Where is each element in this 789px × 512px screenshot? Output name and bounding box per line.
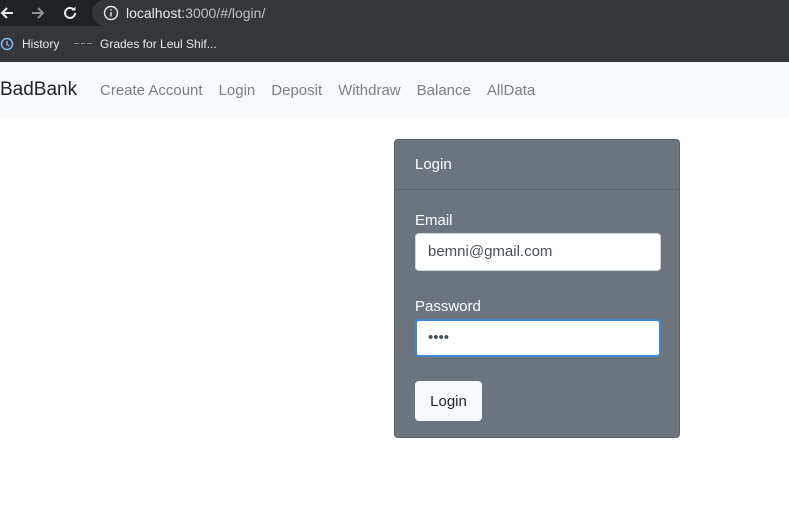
nav-links: Create Account Login Deposit Withdraw Ba… [100,62,551,118]
history-icon [0,37,14,51]
nav-withdraw[interactable]: Withdraw [338,82,401,99]
arrow-left-icon [0,7,13,19]
reload-button[interactable] [57,0,83,26]
brand-link[interactable]: BadBank [0,62,77,118]
login-card: Login Email bemni@gmail.com Password •••… [394,139,680,438]
nav-alldata[interactable]: AllData [487,82,535,99]
nav-login[interactable]: Login [219,82,256,99]
forward-button[interactable] [25,0,51,26]
nav-balance[interactable]: Balance [417,82,471,99]
info-icon[interactable] [103,5,119,21]
bookmark-history[interactable]: History [0,26,59,62]
url-path: :3000/#/login/ [181,5,266,21]
login-button[interactable]: Login [415,381,482,421]
url-host: localhost [126,5,182,21]
email-label: Email [415,212,453,229]
app-navbar: BadBank Create Account Login Deposit Wit… [0,62,789,118]
address-bar[interactable]: localhost:3000/#/login/ [92,0,789,26]
password-field[interactable]: •••• [415,319,661,357]
nav-create-account[interactable]: Create Account [100,82,203,99]
email-field[interactable]: bemni@gmail.com [415,233,661,271]
back-button[interactable] [0,0,20,26]
bookmarks-bar: History Grades for Leul Shif... [0,26,789,62]
bookmark-label: History [22,37,60,51]
bookmark-label: Grades for Leul Shif... [100,37,217,51]
reload-icon [64,6,76,19]
card-header: Login [395,140,679,190]
bookmark-grades[interactable]: Grades for Leul Shif... [74,26,217,62]
nav-deposit[interactable]: Deposit [271,82,322,99]
arrow-right-icon [32,7,45,19]
url-text: localhost:3000/#/login/ [126,4,265,22]
browser-toolbar: localhost:3000/#/login/ [0,0,789,26]
password-label: Password [415,298,481,315]
site-favicon-icon [74,39,92,49]
